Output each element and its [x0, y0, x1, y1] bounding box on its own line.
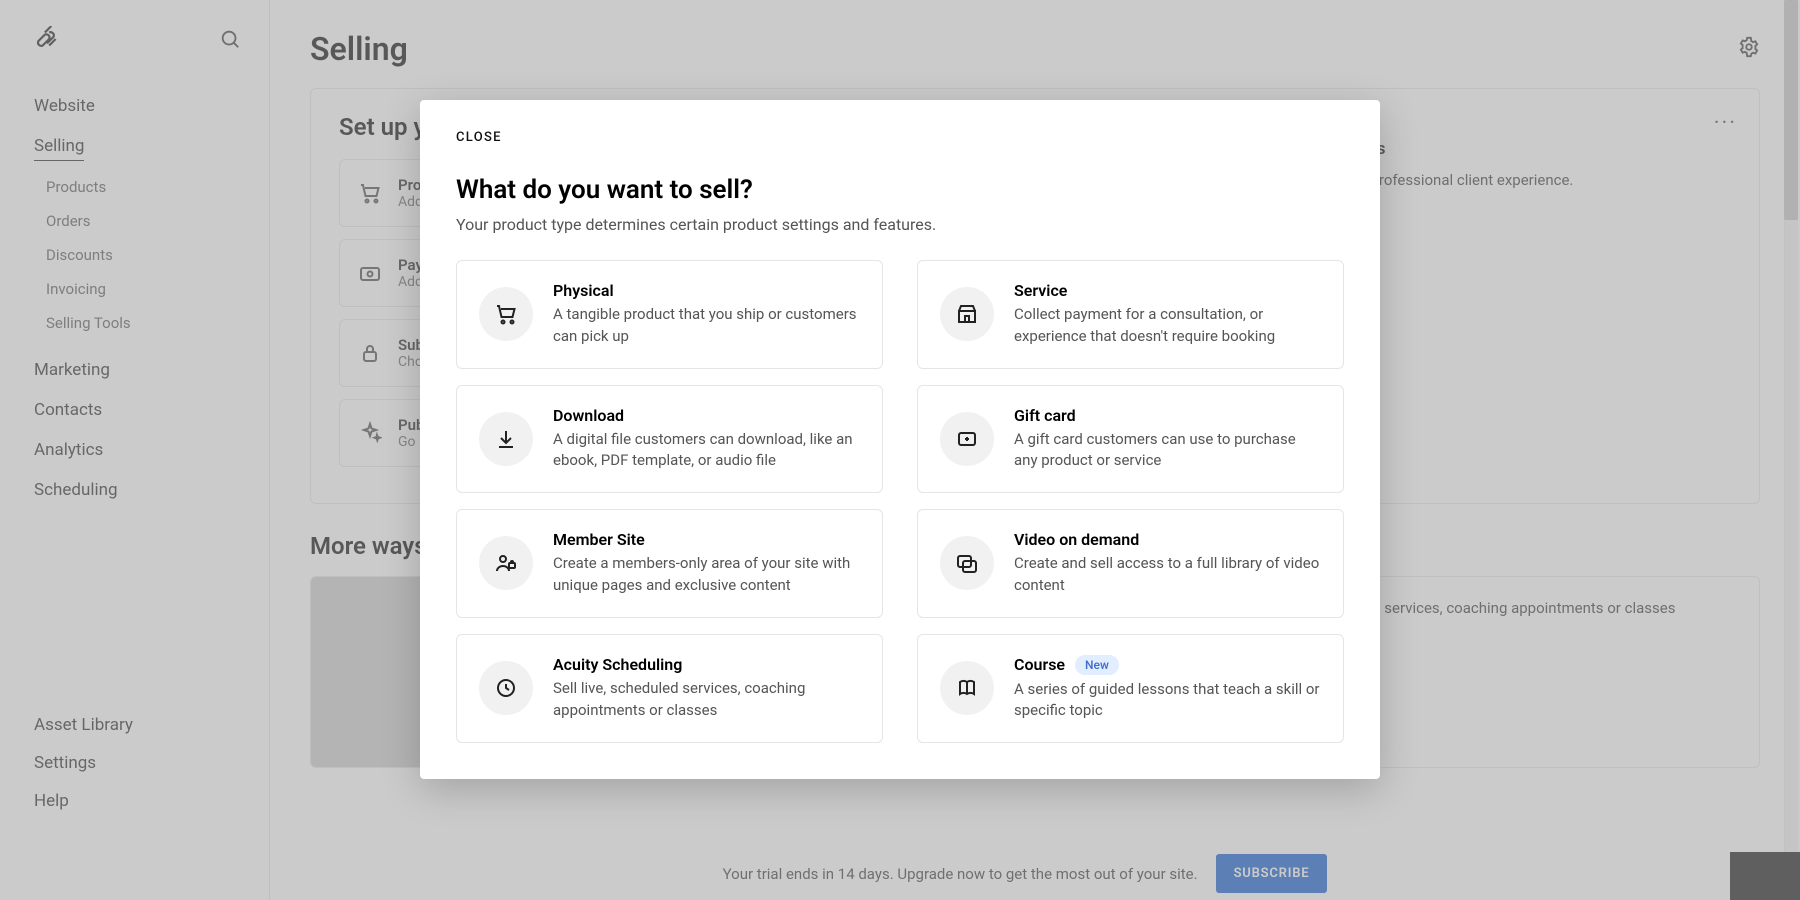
clock-icon — [479, 661, 533, 715]
store-icon — [940, 287, 994, 341]
option-download[interactable]: DownloadA digital file customers can dow… — [456, 385, 883, 494]
option-video-on-demand[interactable]: Video on demandCreate and sell access to… — [917, 509, 1344, 618]
modal-overlay: CLOSE What do you want to sell? Your pro… — [0, 0, 1800, 900]
modal-subtitle: Your product type determines certain pro… — [456, 215, 1344, 234]
video-icon — [940, 536, 994, 590]
cart-icon — [479, 287, 533, 341]
close-button[interactable]: CLOSE — [456, 130, 1344, 145]
gift-card-icon — [940, 412, 994, 466]
option-acuity-scheduling[interactable]: Acuity SchedulingSell live, scheduled se… — [456, 634, 883, 744]
option-service[interactable]: ServiceCollect payment for a consultatio… — [917, 260, 1344, 369]
modal-title: What do you want to sell? — [456, 175, 1344, 205]
book-icon — [940, 661, 994, 715]
option-member-site[interactable]: Member SiteCreate a members-only area of… — [456, 509, 883, 618]
product-type-modal: CLOSE What do you want to sell? Your pro… — [420, 100, 1380, 779]
option-physical[interactable]: PhysicalA tangible product that you ship… — [456, 260, 883, 369]
members-icon — [479, 536, 533, 590]
option-course[interactable]: CourseNewA series of guided lessons that… — [917, 634, 1344, 744]
option-gift-card[interactable]: Gift cardA gift card customers can use t… — [917, 385, 1344, 494]
download-icon — [479, 412, 533, 466]
new-badge: New — [1075, 655, 1119, 675]
